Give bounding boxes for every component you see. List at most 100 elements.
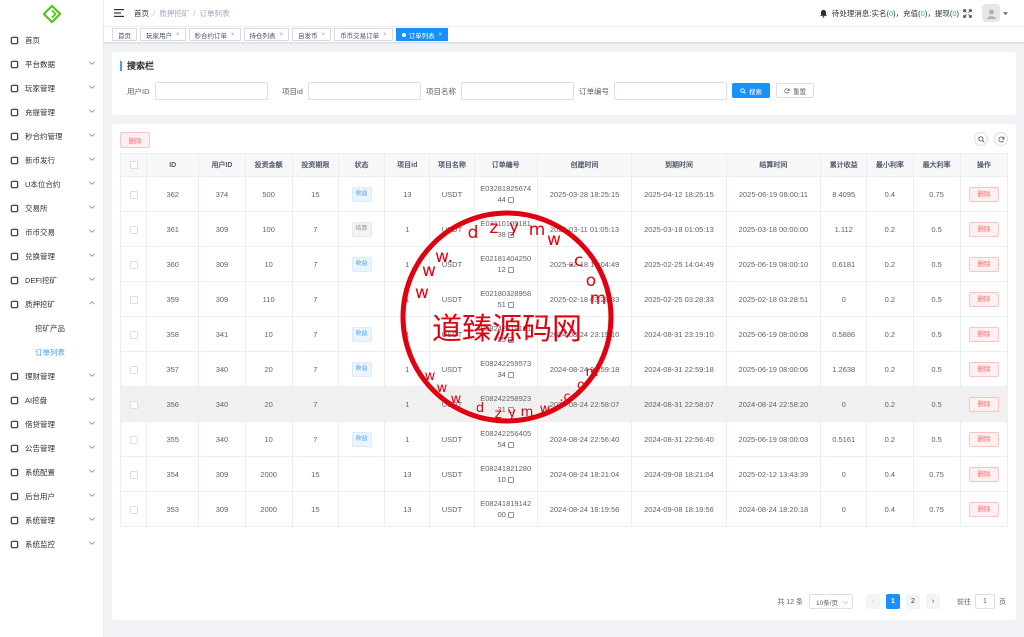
order-no-input[interactable]	[614, 82, 727, 100]
withdraw-label[interactable]: 提现(	[935, 8, 953, 19]
reset-button[interactable]: 重置	[776, 83, 814, 98]
copy-icon[interactable]	[507, 407, 514, 414]
copy-icon[interactable]	[507, 302, 514, 309]
table-row[interactable]: 361 309 100 7 结算 1 USDT E03110105181 38 2025-03-1…	[119, 211, 1009, 247]
goto-page-input[interactable]: 1	[975, 594, 995, 609]
row-checkbox[interactable]	[129, 295, 138, 304]
table-row[interactable]: 359 309 110 7 1 USDT E02180328958 51 2025-02-18 …	[119, 281, 1009, 317]
row-checkbox[interactable]	[129, 225, 138, 234]
row-checkbox[interactable]	[129, 470, 138, 479]
row-delete-button[interactable]: 删除	[968, 361, 999, 377]
tab-5[interactable]: 币币交易订单 ×	[334, 28, 393, 41]
sidebar-item-1[interactable]: 平台数据	[0, 52, 103, 76]
sidebar-item-8[interactable]: 币币交易	[0, 220, 103, 244]
sidebar-item-9[interactable]: 兑换管理	[0, 244, 103, 268]
project-id-input[interactable]	[308, 82, 421, 100]
tab-6[interactable]: 订单列表 ×	[395, 28, 449, 41]
sidebar-item-19[interactable]: 后台用户	[0, 484, 103, 508]
sidebar-item-21[interactable]: 系统监控	[0, 532, 103, 556]
sidebar-item-5[interactable]: 新币发行	[0, 148, 103, 172]
sidebar-item-4[interactable]: 秒合约管理	[0, 124, 103, 148]
tab-1[interactable]: 玩家用户 ×	[140, 28, 186, 41]
sidebar-item-14[interactable]: 理财管理	[0, 364, 103, 388]
row-delete-button[interactable]: 删除	[968, 466, 999, 482]
row-checkbox[interactable]	[129, 260, 138, 269]
breadcrumb-home[interactable]: 首页	[134, 8, 149, 19]
table-row[interactable]: 356 340 20 7 1 USDT E08242258923 31 2024-08-24 2…	[119, 386, 1009, 422]
table-row[interactable]: 362 374 500 15 收益 13 USDT E03281825674 44 2025-03…	[119, 176, 1009, 212]
copy-icon[interactable]	[507, 442, 514, 449]
sidebar-item-16[interactable]: 借贷管理	[0, 412, 103, 436]
table-row[interactable]: 360 309 10 7 收益 1 USDT E02181404250 12 2025-02-18…	[119, 246, 1009, 282]
fullscreen-icon[interactable]	[963, 8, 972, 18]
sidebar-item-13[interactable]: 订单列表	[0, 340, 103, 364]
row-checkbox[interactable]	[129, 365, 138, 374]
sidebar-item-17[interactable]: 公告管理	[0, 436, 103, 460]
table-row[interactable]: 358 341 10 7 收益 1 USDT E08242319101 25 2024-08-24…	[119, 316, 1009, 352]
page-1-button[interactable]: 1	[886, 594, 900, 609]
row-checkbox[interactable]	[129, 505, 138, 514]
row-checkbox[interactable]	[129, 435, 138, 444]
user-id-input[interactable]	[155, 82, 268, 100]
table-row[interactable]: 357 340 20 7 收益 1 USDT E08242259573 34 2024-08-24…	[119, 351, 1009, 387]
sidebar-item-3[interactable]: 充提管理	[0, 100, 103, 124]
logo[interactable]	[0, 0, 103, 28]
copy-icon[interactable]	[507, 477, 514, 484]
row-delete-button[interactable]: 删除	[968, 221, 999, 237]
close-icon[interactable]: ×	[383, 32, 387, 38]
row-checkbox[interactable]	[129, 190, 138, 199]
sidebar-item-15[interactable]: AI挖盘	[0, 388, 103, 412]
caret-down-icon[interactable]	[1003, 11, 1008, 16]
row-checkbox[interactable]	[129, 400, 138, 409]
select-all-checkbox[interactable]	[129, 161, 138, 169]
close-icon[interactable]: ×	[322, 32, 326, 38]
recharge-label[interactable]: 充值(	[903, 8, 921, 19]
toggle-search-button[interactable]	[974, 132, 988, 146]
avatar[interactable]	[982, 4, 1000, 22]
project-name-input[interactable]	[461, 82, 574, 100]
copy-icon[interactable]	[507, 267, 514, 274]
sidebar-item-7[interactable]: 交易所	[0, 196, 103, 220]
copy-icon[interactable]	[507, 512, 514, 519]
bell-icon[interactable]	[819, 9, 828, 18]
row-delete-button[interactable]: 删除	[968, 256, 999, 272]
close-icon[interactable]: ×	[176, 32, 180, 38]
close-icon[interactable]: ×	[280, 32, 284, 38]
prev-page-button[interactable]: ‹	[866, 594, 880, 609]
row-delete-button[interactable]: 删除	[968, 501, 999, 517]
sidebar-item-12[interactable]: 挖矿产品	[0, 316, 103, 340]
row-delete-button[interactable]: 删除	[968, 186, 999, 202]
hamburger-icon[interactable]	[114, 8, 124, 18]
copy-icon[interactable]	[507, 232, 514, 239]
copy-icon[interactable]	[507, 337, 514, 344]
sidebar-item-18[interactable]: 系统配置	[0, 460, 103, 484]
copy-icon[interactable]	[507, 372, 514, 379]
realname-label[interactable]: 实名(	[871, 8, 889, 19]
sidebar-item-6[interactable]: U本位合约	[0, 172, 103, 196]
batch-delete-button[interactable]: 删除	[120, 132, 150, 148]
page-size-select[interactable]: 10条/页	[809, 594, 853, 609]
sidebar-item-2[interactable]: 玩家管理	[0, 76, 103, 100]
sidebar-item-20[interactable]: 系统管理	[0, 508, 103, 532]
close-icon[interactable]: ×	[231, 32, 235, 38]
page-2-button[interactable]: 2	[906, 594, 920, 609]
refresh-button[interactable]	[994, 132, 1008, 146]
row-checkbox[interactable]	[129, 330, 138, 339]
close-icon[interactable]: ×	[439, 32, 443, 38]
table-row[interactable]: 354 309 2000 15 13 USDT E08241821280 10 2024-08-…	[119, 456, 1009, 492]
tab-2[interactable]: 秒合约订单 ×	[188, 28, 241, 41]
tab-4[interactable]: 自发币 ×	[292, 28, 332, 41]
search-button[interactable]: 搜索	[732, 83, 770, 98]
table-row[interactable]: 353 309 2000 15 13 USDT E08241819142 00 2024-08-…	[119, 491, 1009, 527]
sidebar-item-0[interactable]: 首页	[0, 28, 103, 52]
copy-icon[interactable]	[507, 197, 514, 204]
next-page-button[interactable]: ›	[926, 594, 940, 609]
sidebar-item-10[interactable]: DEFI挖矿	[0, 268, 103, 292]
row-delete-button[interactable]: 删除	[968, 326, 999, 342]
sidebar-item-11[interactable]: 质押挖矿	[0, 292, 103, 316]
table-row[interactable]: 355 340 10 7 收益 1 USDT E08242256405 54 2024-08-24…	[119, 421, 1009, 457]
row-delete-button[interactable]: 删除	[968, 431, 999, 447]
tab-3[interactable]: 持仓列表 ×	[243, 28, 290, 41]
row-delete-button[interactable]: 删除	[968, 291, 999, 307]
tab-0[interactable]: 首页	[112, 28, 137, 41]
